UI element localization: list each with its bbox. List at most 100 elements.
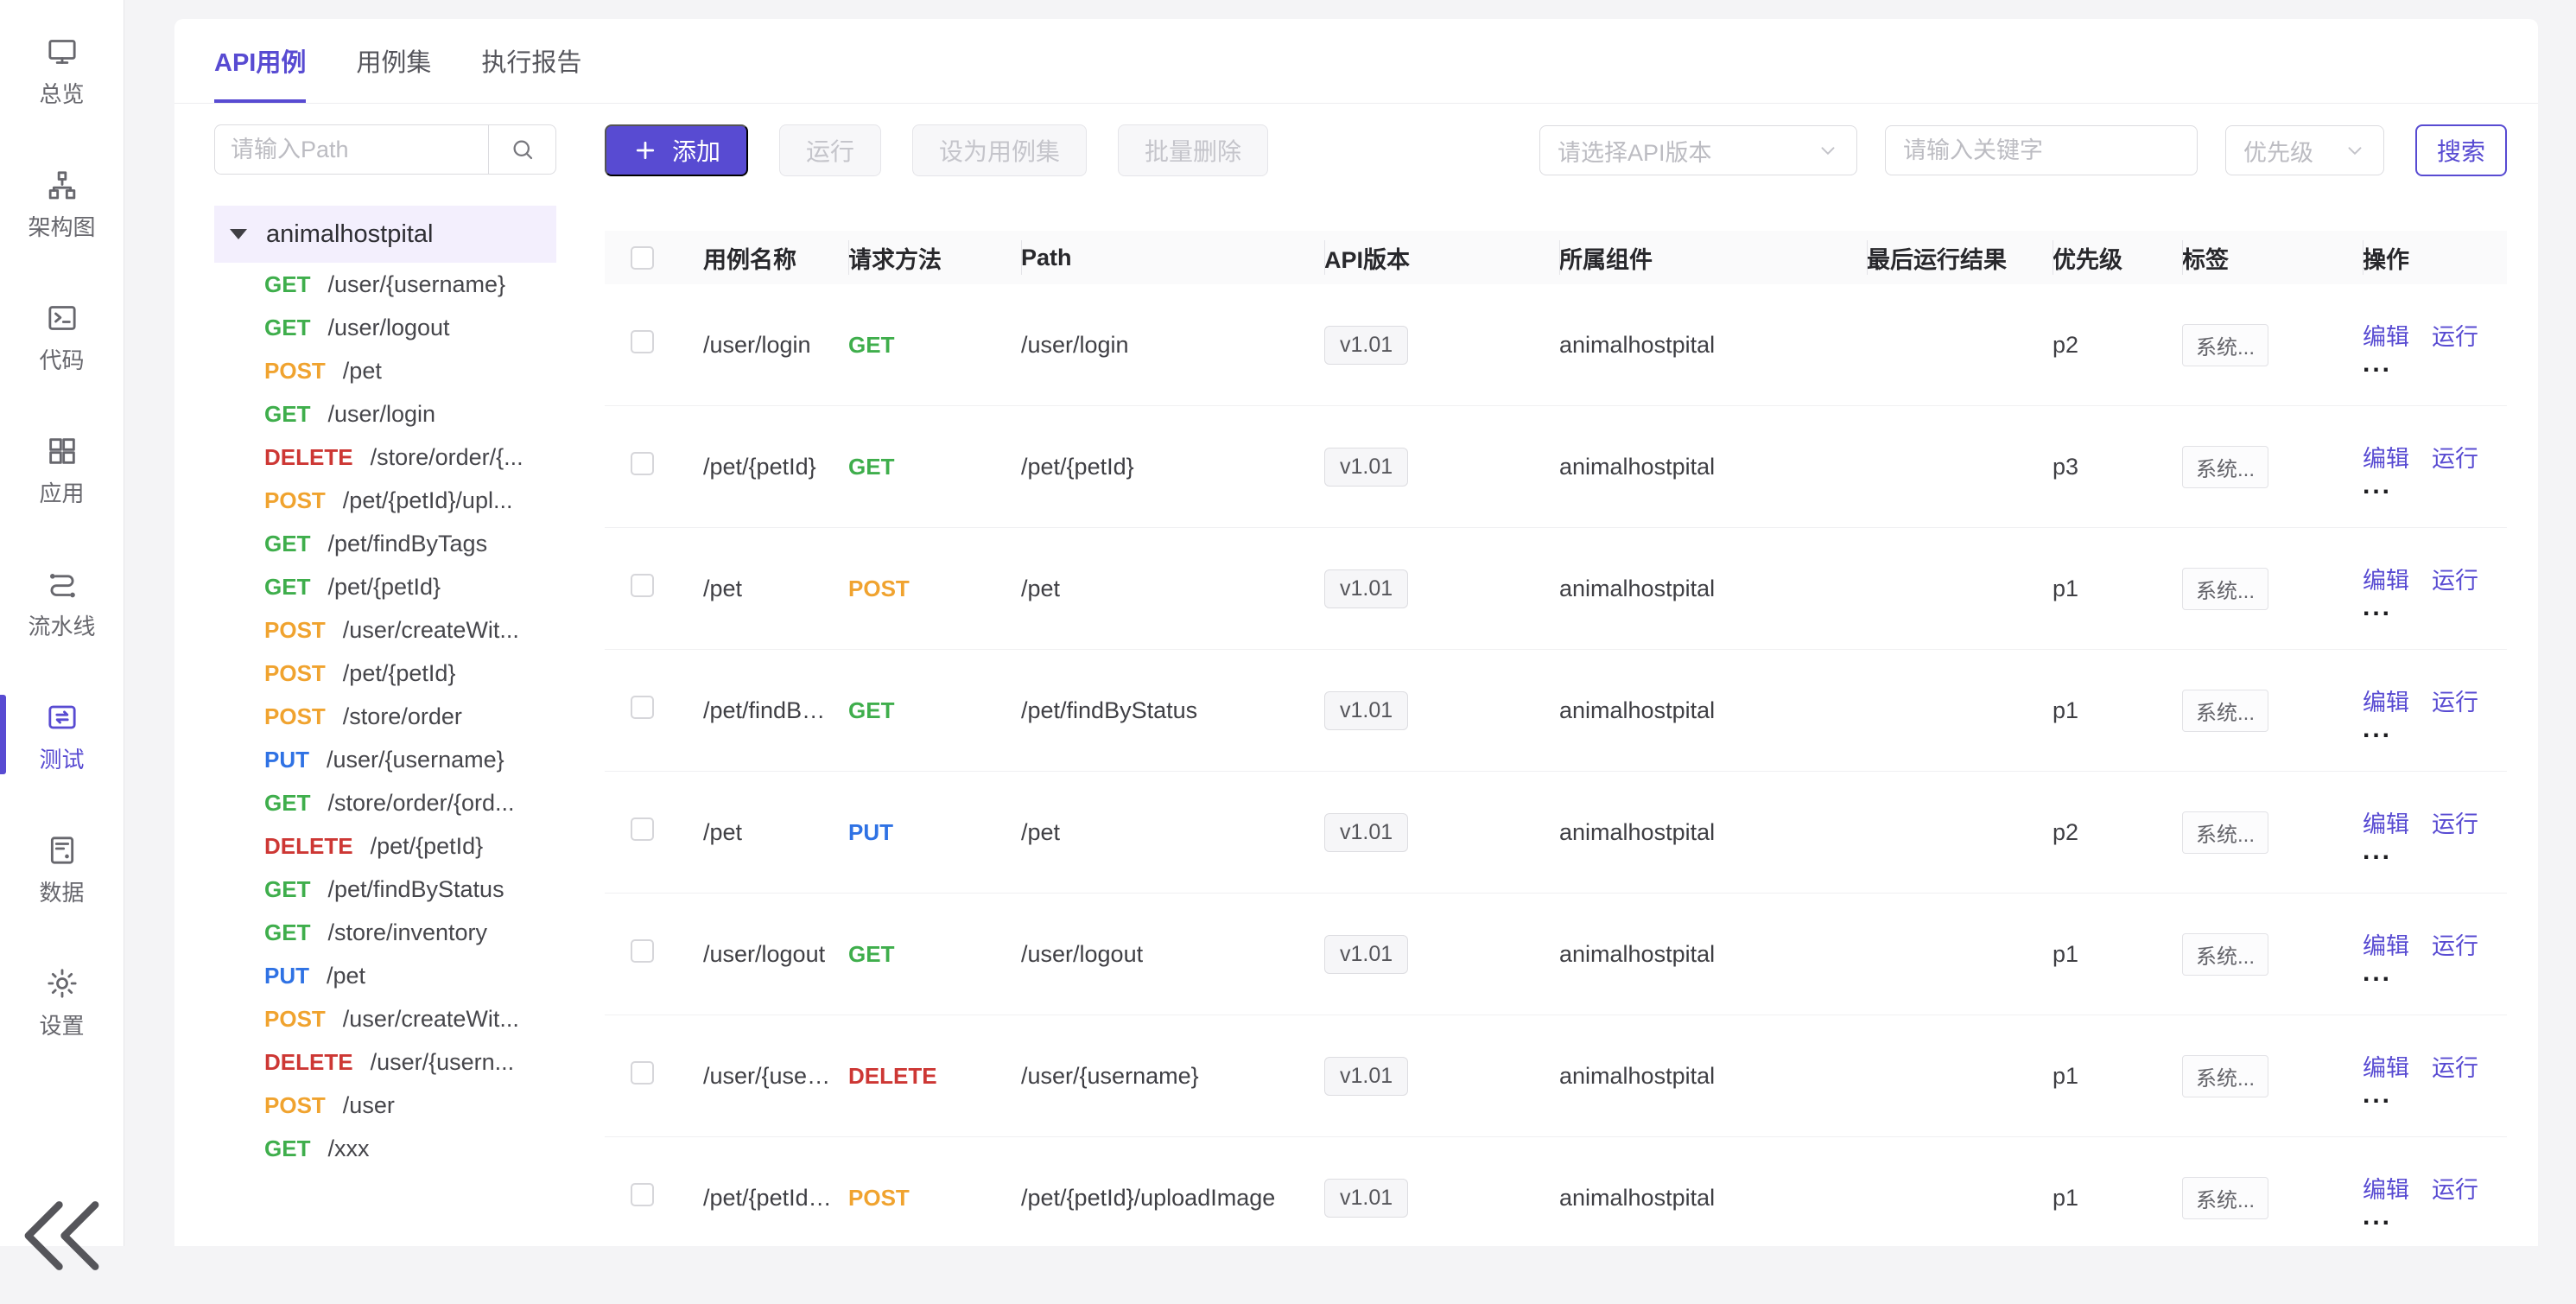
tree-item[interactable]: PUT/pet [214,954,556,997]
sidebar-item-overview[interactable]: 总览 [0,35,124,109]
run-link[interactable]: 运行 [2432,805,2478,839]
api-version-select[interactable]: 请选择API版本 [1539,125,1857,175]
edit-link[interactable]: 编辑 [2363,1049,2409,1083]
run-button[interactable]: 运行 [779,124,881,176]
batch-delete-button[interactable]: 批量删除 [1118,124,1268,176]
tree-item[interactable]: POST/pet/{petId} [214,652,556,695]
more-actions-button[interactable]: ... [2363,477,2491,494]
more-actions-button[interactable]: ... [2363,355,2491,372]
tree-item[interactable]: GET/user/logout [214,306,556,349]
component-cell: animalhostpital [1559,697,1867,724]
tree-item[interactable]: GET/pet/findByTags [214,522,556,565]
edit-link[interactable]: 编辑 [2363,684,2409,717]
set-suite-button[interactable]: 设为用例集 [912,124,1087,176]
chevron-down-icon [2344,139,2366,162]
tab-api-cases[interactable]: API用例 [214,19,306,103]
more-actions-button[interactable]: ... [2363,1086,2491,1104]
row-checkbox[interactable] [631,939,654,963]
row-checkbox[interactable] [631,696,654,719]
version-tag: v1.01 [1324,448,1408,487]
edit-link[interactable]: 编辑 [2363,562,2409,595]
tree-item[interactable]: GET/store/inventory [214,911,556,954]
version-tag: v1.01 [1324,326,1408,365]
filter-group: 请选择API版本 优先级 搜索 [1539,124,2507,176]
run-link[interactable]: 运行 [2432,927,2478,961]
tag-badge[interactable]: 系统... [2182,324,2268,366]
edit-link[interactable]: 编辑 [2363,805,2409,839]
tag-badge[interactable]: 系统... [2182,1177,2268,1219]
path-search-input[interactable] [214,124,489,175]
tree-item[interactable]: POST/pet [214,349,556,392]
edit-link[interactable]: 编辑 [2363,1171,2409,1205]
path-search-button[interactable] [489,124,556,175]
tree-item[interactable]: DELETE/store/order/{... [214,436,556,479]
run-link[interactable]: 运行 [2432,562,2478,595]
tag-badge[interactable]: 系统... [2182,933,2268,976]
sidebar-item-code[interactable]: 代码 [0,301,124,375]
tag-badge[interactable]: 系统... [2182,446,2268,488]
tag-badge[interactable]: 系统... [2182,690,2268,732]
priority-select[interactable]: 优先级 [2225,125,2384,175]
edit-link[interactable]: 编辑 [2363,318,2409,352]
tree-item[interactable]: GET/pet/{petId} [214,565,556,608]
tree-item[interactable]: POST/user [214,1084,556,1127]
tree-item[interactable]: POST/user/createWit... [214,608,556,652]
edit-link[interactable]: 编辑 [2363,927,2409,961]
tag-badge[interactable]: 系统... [2182,568,2268,610]
tab-run-reports[interactable]: 执行报告 [481,19,581,103]
keyword-input[interactable] [1885,125,2198,175]
collapse-sidebar-button[interactable] [0,1172,124,1300]
tree-item[interactable]: GET/user/{username} [214,263,556,306]
actions-cell: 编辑运行... [2363,684,2507,738]
row-checkbox[interactable] [631,452,654,475]
row-checkbox[interactable] [631,1183,654,1206]
run-link[interactable]: 运行 [2432,440,2478,474]
sidebar-item-apps[interactable]: 应用 [0,434,124,508]
tree-root-node[interactable]: animalhostpital [214,206,556,263]
endpoint-path: /pet [343,358,382,385]
endpoint-path: /user/createWit... [343,1006,519,1033]
search-button[interactable]: 搜索 [2415,124,2507,176]
run-link[interactable]: 运行 [2432,318,2478,352]
tag-badge[interactable]: 系统... [2182,1055,2268,1097]
row-checkbox[interactable] [631,574,654,597]
more-actions-button[interactable]: ... [2363,599,2491,616]
sidebar-item-architecture[interactable]: 架构图 [0,168,124,242]
tree-item[interactable]: GET/pet/findByStatus [214,868,556,911]
more-actions-button[interactable]: ... [2363,1208,2491,1225]
sidebar-item-pipeline[interactable]: 流水线 [0,567,124,641]
method-cell: POST [848,1185,1021,1212]
row-checkbox[interactable] [631,1061,654,1085]
sidebar-item-data[interactable]: 数据 [0,833,124,907]
actions-cell: 编辑运行... [2363,440,2507,494]
tag-badge[interactable]: 系统... [2182,811,2268,854]
tree-item[interactable]: DELETE/user/{usern... [214,1040,556,1084]
tree-item[interactable]: GET/user/login [214,392,556,436]
tree-item[interactable]: DELETE/pet/{petId} [214,824,556,868]
more-actions-button[interactable]: ... [2363,721,2491,738]
tag-cell: 系统... [2182,568,2363,610]
more-actions-button[interactable]: ... [2363,964,2491,982]
run-link[interactable]: 运行 [2432,1171,2478,1205]
tree-item[interactable]: GET/store/order/{ord... [214,781,556,824]
tree-item[interactable]: GET/xxx [214,1127,556,1170]
run-link[interactable]: 运行 [2432,684,2478,717]
method-cell: GET [848,941,1021,968]
row-checkbox[interactable] [631,817,654,841]
row-checkbox[interactable] [631,330,654,353]
tree-item[interactable]: POST/pet/{petId}/upl... [214,479,556,522]
select-all-checkbox[interactable] [631,246,654,270]
tree-item[interactable]: POST/store/order [214,695,556,738]
run-link[interactable]: 运行 [2432,1049,2478,1083]
tab-case-suites[interactable]: 用例集 [356,19,431,103]
add-case-button[interactable]: 添加 [605,124,748,176]
row-select-cell [605,1061,703,1091]
sidebar-item-test[interactable]: 测试 [0,700,124,774]
more-actions-button[interactable]: ... [2363,843,2491,860]
tree-item[interactable]: PUT/user/{username} [214,738,556,781]
edit-link[interactable]: 编辑 [2363,440,2409,474]
tree-item[interactable]: POST/user/createWit... [214,997,556,1040]
endpoint-path: /pet/{petId}/upl... [343,487,513,514]
sidebar-item-settings[interactable]: 设置 [0,966,124,1040]
caret-down-icon [230,229,247,239]
